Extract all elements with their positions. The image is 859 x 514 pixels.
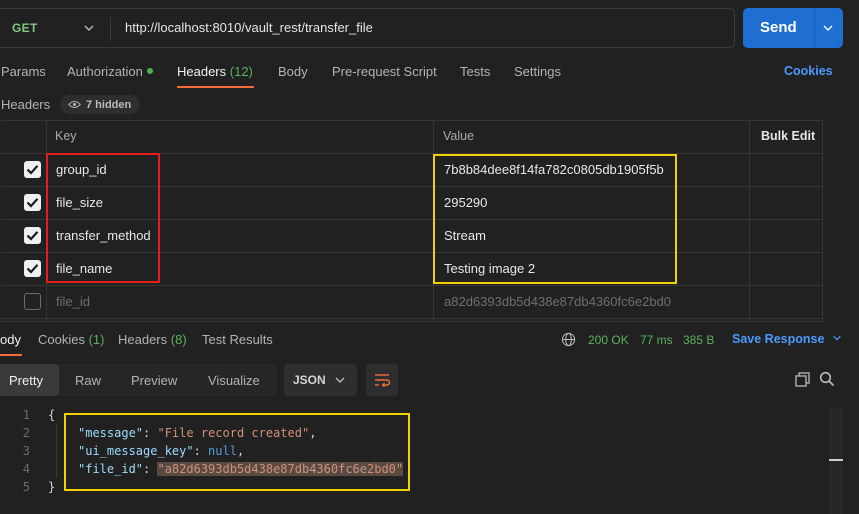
line-number: 3 [22,444,30,458]
header-checkbox[interactable] [24,194,41,211]
chevron-down-icon [335,377,345,383]
line-number: 1 [22,408,30,422]
table-row [1,286,823,319]
tab-params[interactable]: Params [1,64,46,79]
check-icon [26,231,39,241]
format-raw[interactable]: Raw [75,364,101,396]
format-preview[interactable]: Preview [131,364,177,396]
scrollbar-thumb[interactable] [829,459,843,461]
search-icon[interactable] [819,371,835,387]
annotation-box-yellow [433,154,677,284]
bulk-edit-button[interactable]: Bulk Edit [761,129,815,143]
headers-count: (12) [229,64,253,79]
header-checkbox[interactable] [24,161,41,178]
check-icon [26,264,39,274]
column-divider [749,120,750,322]
eye-icon [68,100,81,109]
headers-count: (8) [170,332,187,347]
code-brace-close: } [48,480,56,494]
wrap-icon [375,374,391,388]
tab-prerequest-script[interactable]: Pre-request Script [332,64,437,79]
chevron-down-icon[interactable] [822,22,834,34]
table-header-row [1,121,823,154]
line-number: 5 [22,480,30,494]
tab-label: Cookies [38,332,85,347]
status-code[interactable]: 200 OK [588,333,629,347]
line-number: 2 [22,426,30,440]
cookies-count: (1) [88,332,105,347]
header-checkbox[interactable] [24,227,41,244]
copy-icon[interactable] [795,372,810,387]
line-number: 4 [22,462,30,476]
url-bar: GET http://localhost:8010/vault_rest/tra… [0,8,735,48]
language-label: JSON [293,373,326,387]
hidden-headers-toggle[interactable]: 7 hidden [60,95,141,114]
annotation-box-red [46,153,160,283]
tab-label: Authorization [67,64,143,79]
response-tab-headers[interactable]: Headers (8) [118,332,187,347]
response-tab-cookies[interactable]: Cookies (1) [38,332,104,347]
chevron-down-icon [833,335,841,341]
code-brace-open: { [48,408,56,422]
check-icon [26,198,39,208]
divider [110,17,111,41]
active-tab-indicator [177,86,254,88]
tab-body[interactable]: Body [278,64,308,79]
response-tab-test-results[interactable]: Test Results [202,332,273,347]
scrollbar[interactable] [829,408,843,514]
annotation-box-yellow [64,413,410,491]
tab-headers[interactable]: Headers (12) [177,64,253,79]
hidden-count: 7 hidden [86,98,132,111]
header-value[interactable]: a82d6393db5d438e87db4360fc6e2bd0 [444,294,671,309]
tab-tests[interactable]: Tests [460,64,490,79]
format-pretty[interactable]: Pretty [9,364,43,396]
header-checkbox[interactable] [24,260,41,277]
header-checkbox[interactable] [24,293,41,310]
send-label: Send [760,19,797,36]
wrap-lines-button[interactable] [366,364,398,396]
tab-label: Headers [177,64,227,79]
response-size[interactable]: 385 B [683,333,714,347]
response-time[interactable]: 77 ms [640,333,673,347]
divider [814,8,815,48]
format-visualize[interactable]: Visualize [208,364,260,396]
tab-authorization[interactable]: Authorization [67,64,153,79]
save-response-label: Save Response [732,332,825,346]
check-icon [26,165,39,175]
language-select[interactable]: JSON [284,364,357,396]
method-select[interactable]: GET [12,21,38,35]
status-dot-icon [146,68,153,74]
chevron-down-icon[interactable] [83,22,95,34]
tab-settings[interactable]: Settings [514,64,561,79]
send-button[interactable]: Send [743,8,843,48]
headers-section-title: Headers [1,97,51,112]
response-tab-body[interactable]: ody [0,332,21,347]
globe-icon[interactable] [561,332,576,347]
cookies-link[interactable]: Cookies [784,64,833,78]
url-input[interactable]: http://localhost:8010/vault_rest/transfe… [125,20,373,35]
column-header-key: Key [55,129,77,143]
indent-guide [56,424,57,478]
save-response-button[interactable]: Save Response [732,332,842,346]
tab-label: Headers [118,332,168,347]
active-tab-indicator [0,354,22,356]
header-key[interactable]: file_id [56,294,90,309]
column-header-value: Value [443,129,475,143]
